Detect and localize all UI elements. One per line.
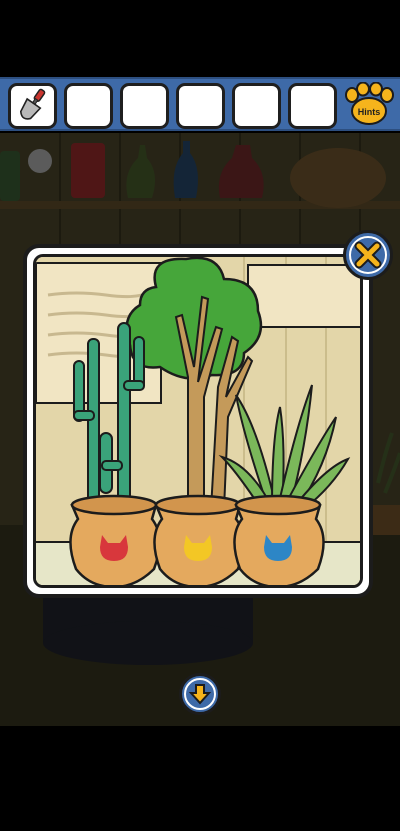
paw-icon [345,81,394,125]
inventory-slot-5[interactable] [232,83,281,129]
game-screen: Hints [0,0,400,831]
hints-button[interactable]: Hints [343,81,395,128]
inventory-slot-6[interactable] [288,83,337,129]
close-icon [354,241,382,269]
inventory-slot-2[interactable] [64,83,113,129]
inventory-bar [0,77,400,131]
down-arrow-button[interactable] [179,673,221,715]
closeup-modal [23,244,373,598]
arrow-down-icon [188,684,212,705]
pot-blue[interactable] [233,494,325,587]
pot-red[interactable] [69,494,161,587]
inventory-slot-4[interactable] [176,83,225,129]
pot-yellow[interactable] [153,494,245,587]
hints-label: Hints [357,107,381,117]
inventory-slot-3[interactable] [120,83,169,129]
close-button[interactable] [343,230,393,280]
plant-pots-closeup [33,254,363,588]
trowel-icon [19,88,46,120]
inventory-slot-1[interactable] [8,83,57,129]
